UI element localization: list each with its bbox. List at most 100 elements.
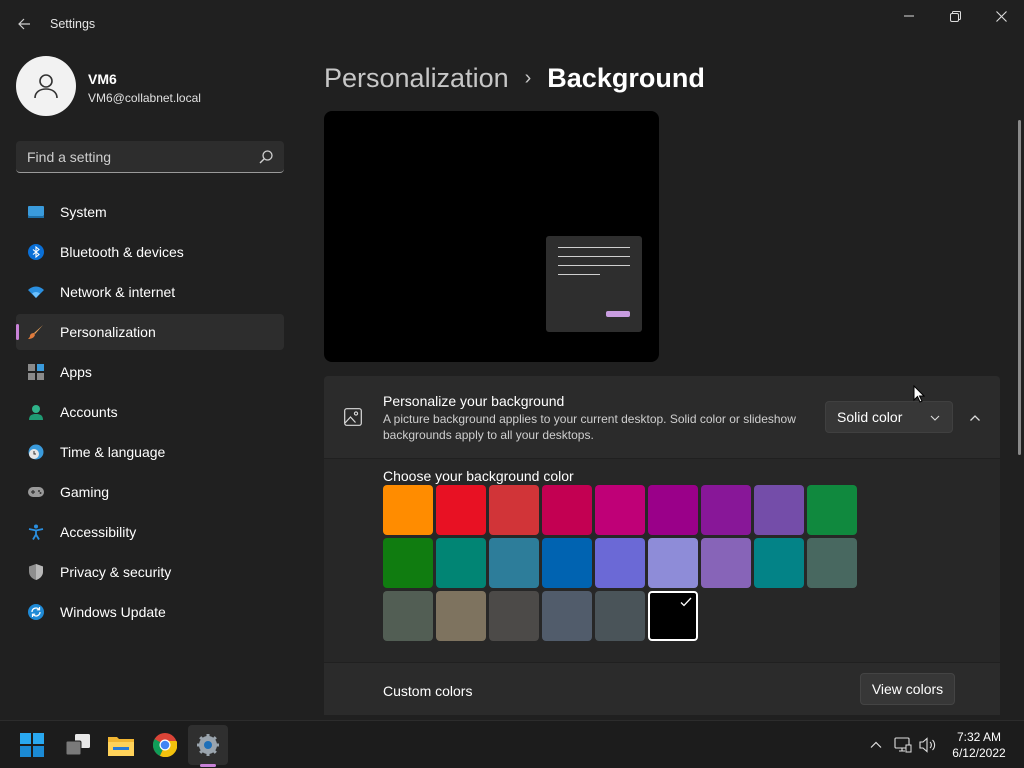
color-swatch[interactable] [489,485,539,535]
sidebar-item-label: Privacy & security [60,564,172,580]
color-swatch[interactable] [754,485,804,535]
sidebar-item-bluetooth[interactable]: Bluetooth & devices [16,234,284,270]
avatar [16,56,76,116]
breadcrumb-parent[interactable]: Personalization [324,63,509,94]
search-box[interactable] [16,141,284,173]
user-email: VM6@collabnet.local [88,91,201,105]
color-swatch[interactable] [542,485,592,535]
preview-line [558,256,630,257]
color-swatch[interactable] [436,591,486,641]
color-swatch[interactable] [701,485,751,535]
chrome-button[interactable] [145,725,185,765]
sidebar-item-label: Bluetooth & devices [60,244,184,260]
app-title: Settings [50,17,96,31]
dropdown-value: Solid color [837,409,903,425]
user-profile[interactable]: VM6 VM6@collabnet.local [16,56,286,118]
card-description: A picture background applies to your cur… [383,412,796,442]
back-button[interactable] [12,12,36,36]
color-swatch[interactable] [648,485,698,535]
background-type-dropdown[interactable]: Solid color [825,401,953,433]
sidebar-item-label: Gaming [60,484,110,500]
color-swatch[interactable] [383,591,433,641]
chrome-icon [153,733,177,757]
settings-button[interactable] [188,725,228,765]
color-swatch[interactable] [383,485,433,535]
sidebar-item-apps[interactable]: Apps [16,354,284,390]
back-arrow-icon [18,18,30,30]
breadcrumb: Personalization › Background [324,58,705,98]
color-swatch-selected[interactable] [648,591,698,641]
sidebar-item-time-language[interactable]: Time & language [16,434,284,470]
preview-line [558,274,600,275]
color-swatch[interactable] [807,538,857,588]
sidebar-item-accessibility[interactable]: Accessibility [16,514,284,550]
preview-window [546,236,642,332]
taskbar: 7:32 AM 6/12/2022 [0,720,1024,768]
color-swatch[interactable] [542,538,592,588]
color-swatch[interactable] [701,538,751,588]
gamepad-icon [28,487,44,497]
update-icon [28,604,44,620]
personalize-background-card: Personalize your background A picture ba… [324,376,1000,458]
wifi-icon [28,286,44,298]
clock-time: 7:32 AM [956,730,1002,744]
color-swatch[interactable] [648,538,698,588]
volume-icon [919,737,936,753]
scrollbar[interactable] [1018,120,1021,455]
chevron-up-icon [970,415,980,421]
restore-button[interactable] [932,4,978,28]
picture-icon [344,408,362,426]
color-swatch[interactable] [754,538,804,588]
volume-tray-button[interactable] [916,733,940,757]
network-tray-button[interactable] [891,733,915,757]
color-swatch[interactable] [436,538,486,588]
color-swatch[interactable] [595,591,645,641]
title-bar: Settings [0,0,1024,48]
search-input[interactable] [16,141,248,172]
search-icon[interactable] [258,149,274,165]
active-app-indicator [200,764,216,767]
file-explorer-button[interactable] [101,725,141,765]
color-swatch[interactable] [595,485,645,535]
mouse-cursor-icon [913,385,925,403]
sidebar-item-personalization[interactable]: Personalization [16,314,284,350]
color-swatch[interactable] [489,591,539,641]
sidebar-item-gaming[interactable]: Gaming [16,474,284,510]
chevron-down-icon [930,415,940,421]
checkmark-icon [680,597,692,607]
close-button[interactable] [978,4,1024,28]
collapse-button[interactable] [961,404,989,432]
file-explorer-icon [108,737,134,756]
page-title: Background [547,62,705,93]
minimize-button[interactable] [886,4,932,28]
sidebar-item-label: System [60,204,107,220]
sidebar-item-network[interactable]: Network & internet [16,274,284,310]
card-title: Personalize your background [383,393,565,409]
sidebar-item-label: Accessibility [60,524,137,540]
color-swatch[interactable] [436,485,486,535]
sidebar-item-windows-update[interactable]: Windows Update [16,594,284,630]
color-swatch[interactable] [542,591,592,641]
preview-line [558,265,630,266]
person-icon [34,74,58,99]
sidebar-item-privacy[interactable]: Privacy & security [16,554,284,590]
custom-colors-row: Custom colors View colors [324,663,1000,715]
sidebar-item-label: Time & language [60,444,166,460]
color-swatch[interactable] [595,538,645,588]
view-colors-button[interactable]: View colors [860,673,955,705]
user-name: VM6 [88,71,117,87]
start-button[interactable] [12,725,52,765]
color-swatch[interactable] [489,538,539,588]
sidebar-item-accounts[interactable]: Accounts [16,394,284,430]
apps-icon [28,364,44,380]
color-swatch[interactable] [807,485,857,535]
show-hidden-icons-button[interactable] [864,733,888,757]
color-swatch[interactable] [383,538,433,588]
clock[interactable]: 7:32 AM 6/12/2022 [946,729,1012,761]
custom-colors-label: Custom colors [383,683,473,699]
minimize-icon [904,15,914,17]
shield-icon [29,564,43,580]
chevron-up-icon [870,741,882,748]
sidebar-item-system[interactable]: System [16,194,284,230]
task-view-button[interactable] [58,725,98,765]
